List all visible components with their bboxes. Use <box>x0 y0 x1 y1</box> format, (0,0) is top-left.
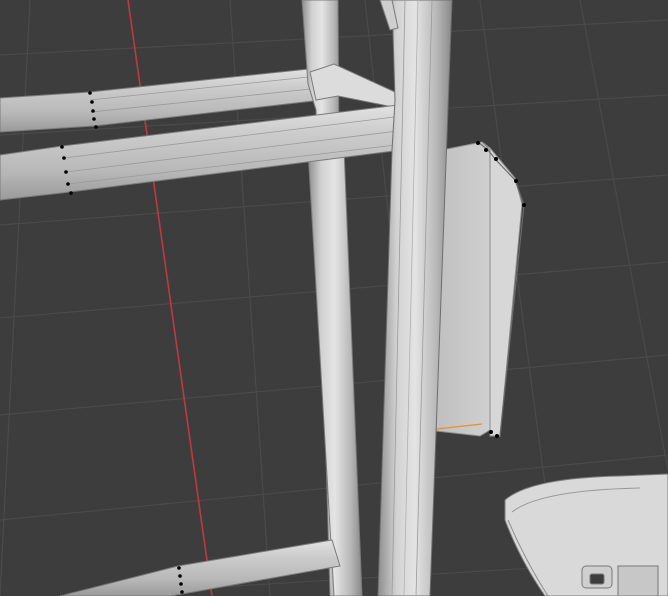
viewport-scene[interactable] <box>0 0 668 596</box>
clamp-part[interactable] <box>504 473 668 596</box>
inner-vertical-post[interactable] <box>307 147 363 596</box>
3d-viewport[interactable] <box>0 0 668 596</box>
bottom-horizontal-bar[interactable] <box>59 539 341 596</box>
